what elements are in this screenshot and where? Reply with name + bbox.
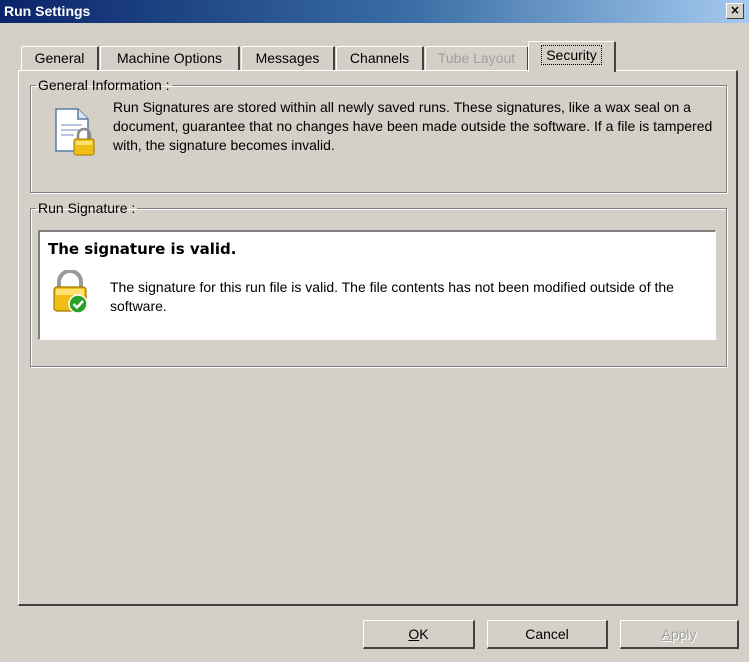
tab-messages[interactable]: Messages [241,46,335,70]
cancel-label: Cancel [525,626,569,642]
run-signature-group: Run Signature : The signature is valid. … [30,200,727,367]
tab-label: Machine Options [116,50,223,66]
general-information-group: General Information : Run Signatures are… [30,77,727,193]
signature-status-box: The signature is valid. The signature fo… [38,230,716,340]
ok-button[interactable]: OK [363,620,475,649]
general-information-text: Run Signatures are stored within all new… [113,99,713,153]
tab-general[interactable]: General [21,46,99,70]
tab-label: Tube Layout [437,50,516,66]
apply-button[interactable]: Apply [620,620,739,649]
tab-label: General [34,50,85,66]
tab-machine-options[interactable]: Machine Options [100,46,240,70]
group-label: Run Signature : [38,200,136,216]
apply-label: pply [670,626,697,642]
tab-label: Messages [255,50,320,66]
title-bar: Run Settings × [0,0,749,23]
close-button[interactable]: × [726,3,744,19]
close-icon: × [729,3,741,17]
tab-tube-layout[interactable]: Tube Layout [425,46,529,70]
tab-label: Channels [349,50,410,66]
signature-status-title: The signature is valid. [48,240,237,258]
cancel-button[interactable]: Cancel [487,620,608,649]
ok-mnemonic: O [408,626,420,642]
window-title: Run Settings [4,3,91,19]
tab-security[interactable]: Security [528,41,616,72]
apply-mnemonic: A [661,626,671,642]
document-lock-icon [52,107,96,159]
group-label: General Information : [38,77,170,93]
tab-channels[interactable]: Channels [336,46,424,70]
security-tab-panel: General Information : Run Signatures are… [18,70,738,606]
lock-check-icon [50,269,92,314]
tab-label: Security [541,45,602,65]
signature-status-text: The signature for this run file is valid… [110,279,674,314]
ok-label: K [419,626,429,642]
